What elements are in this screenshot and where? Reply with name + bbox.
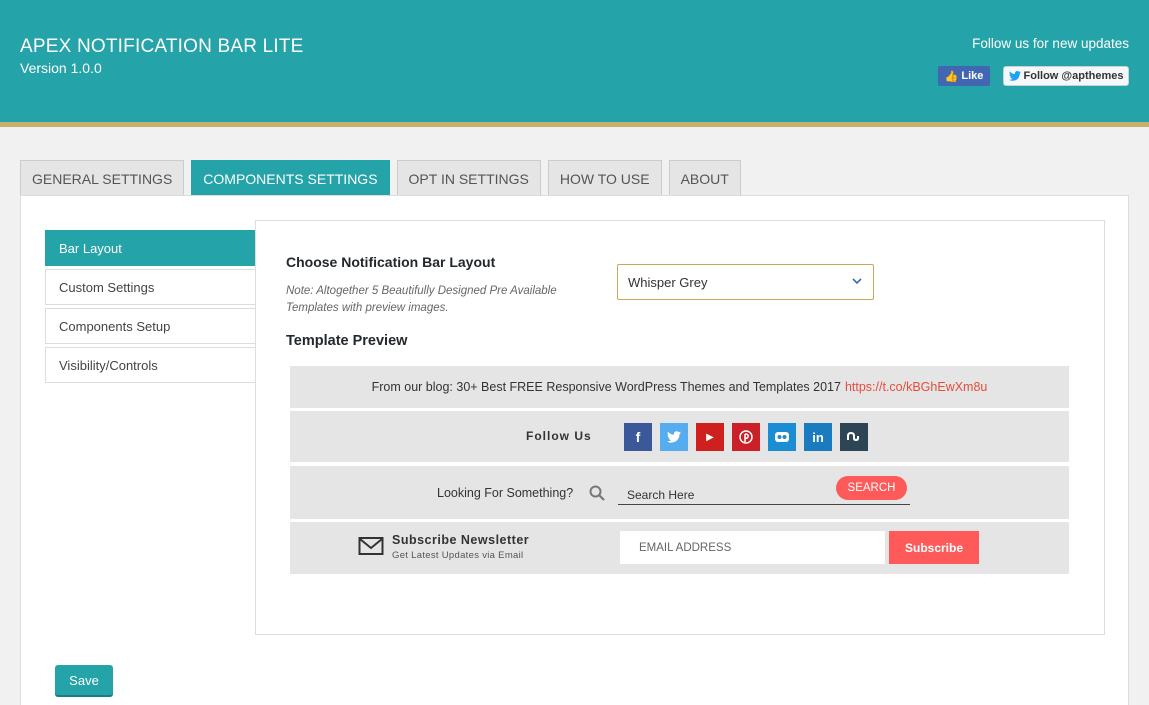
tab-general-settings[interactable]: GENERAL SETTINGS <box>20 160 185 196</box>
preview-subscribe-button: Subscribe <box>889 531 979 564</box>
layout-field-note: Note: Altogether 5 Beautifully Designed … <box>286 285 557 314</box>
sidebar-item-components-setup[interactable]: Components Setup <box>45 308 256 344</box>
stumbleupon-icon <box>840 423 868 451</box>
preview-social-bar: Follow Us f ▶ in <box>290 411 1069 462</box>
layout-field-label: Choose Notification Bar Layout <box>286 254 496 270</box>
chevron-down-icon <box>852 278 862 285</box>
preview-search-button: SEARCH <box>836 476 907 500</box>
like-label: Like <box>961 70 984 82</box>
tab-opt-in-settings[interactable]: OPT IN SETTINGS <box>396 160 541 196</box>
twitter-bird-icon <box>1008 71 1021 81</box>
app-version: Version 1.0.0 <box>20 60 102 76</box>
template-preview-title: Template Preview <box>286 333 408 349</box>
tab-about[interactable]: ABOUT <box>668 160 741 196</box>
subscribe-title: Subscribe Newsletter <box>392 533 530 547</box>
preview-blog-bar: From our blog: 30+ Best FREE Responsive … <box>290 366 1069 408</box>
facebook-icon: f <box>624 423 652 451</box>
search-prompt-label: Looking For Something? <box>437 486 574 500</box>
thumbs-up-icon: 👍 <box>944 70 959 83</box>
twitter-icon <box>660 423 688 451</box>
components-subnav: Bar Layout Custom Settings Components Se… <box>45 230 256 386</box>
layout-select-value: Whisper Grey <box>628 274 708 290</box>
save-button[interactable]: Save <box>55 665 113 695</box>
facebook-like-button[interactable]: 👍 Like <box>938 66 990 86</box>
header: APEX NOTIFICATION BAR LITE Version 1.0.0… <box>0 0 1149 127</box>
bar-layout-content: Choose Notification Bar Layout Note: Alt… <box>255 220 1105 635</box>
sidebar-item-custom-settings[interactable]: Custom Settings <box>45 269 256 305</box>
sidebar-item-visibility-controls[interactable]: Visibility/Controls <box>45 347 256 383</box>
search-icon <box>589 485 605 501</box>
twitter-follow-button[interactable]: Follow @apthemes <box>1003 66 1129 86</box>
tab-components-settings[interactable]: COMPONENTS SETTINGS <box>191 160 390 196</box>
blog-link: https://t.co/kBGhEwXm8u <box>844 380 988 394</box>
app-title: APEX NOTIFICATION BAR LITE <box>20 36 304 57</box>
envelope-icon <box>358 537 384 555</box>
settings-tabs: GENERAL SETTINGS COMPONENTS SETTINGS OPT… <box>20 160 741 196</box>
youtube-icon: ▶ <box>696 423 724 451</box>
linkedin-icon: in <box>804 423 832 451</box>
layout-select[interactable]: Whisper Grey <box>617 264 874 300</box>
pinterest-icon <box>732 423 760 451</box>
sidebar-item-bar-layout[interactable]: Bar Layout <box>45 230 256 266</box>
preview-subscribe-bar: Subscribe Newsletter Get Latest Updates … <box>290 522 1069 574</box>
preview-search-bar: Looking For Something? Search Here SEARC… <box>290 466 1069 519</box>
subscribe-subtitle: Get Latest Updates via Email <box>392 550 524 561</box>
follow-us-label: Follow Us <box>526 429 592 443</box>
preview-email-field: EMAIL ADDRESS <box>620 531 885 564</box>
tab-how-to-use[interactable]: HOW TO USE <box>547 160 662 196</box>
follow-text: Follow us for new updates <box>972 36 1129 51</box>
blog-text: From our blog: 30+ Best FREE Responsive … <box>371 380 841 394</box>
flickr-icon <box>768 423 796 451</box>
twitter-follow-label: Follow @apthemes <box>1023 70 1124 82</box>
